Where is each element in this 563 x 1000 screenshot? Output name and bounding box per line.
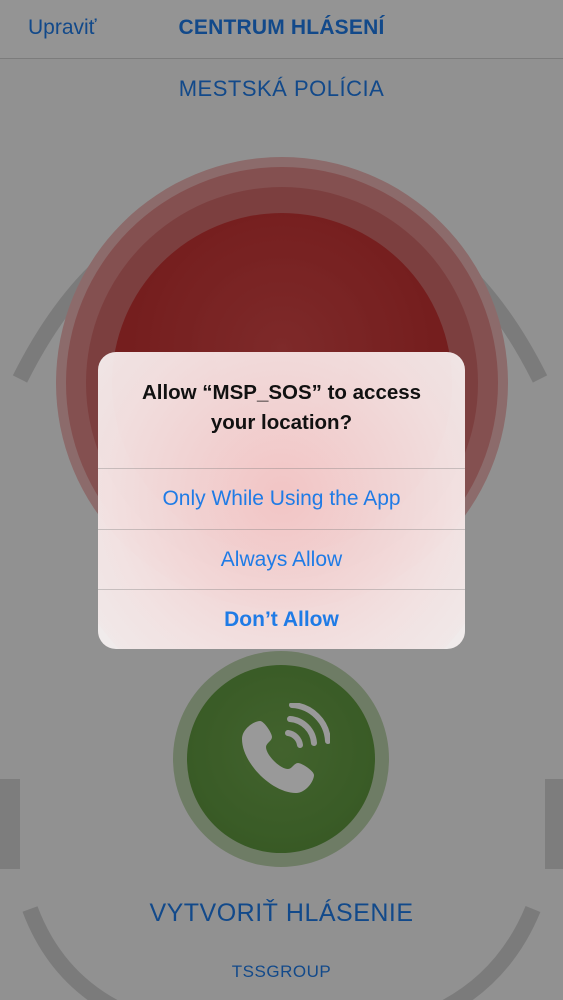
app-screen: Upraviť CENTRUM HLÁSENÍ MESTSKÁ POLÍCIA [0,0,563,1000]
always-allow-button[interactable]: Always Allow [98,530,465,590]
dont-allow-button[interactable]: Don’t Allow [98,590,465,649]
location-permission-alert: Allow “MSP_SOS” to access your location?… [98,352,465,649]
alert-title: Allow “MSP_SOS” to access your location? [141,381,422,434]
allow-while-using-button[interactable]: Only While Using the App [98,469,465,529]
